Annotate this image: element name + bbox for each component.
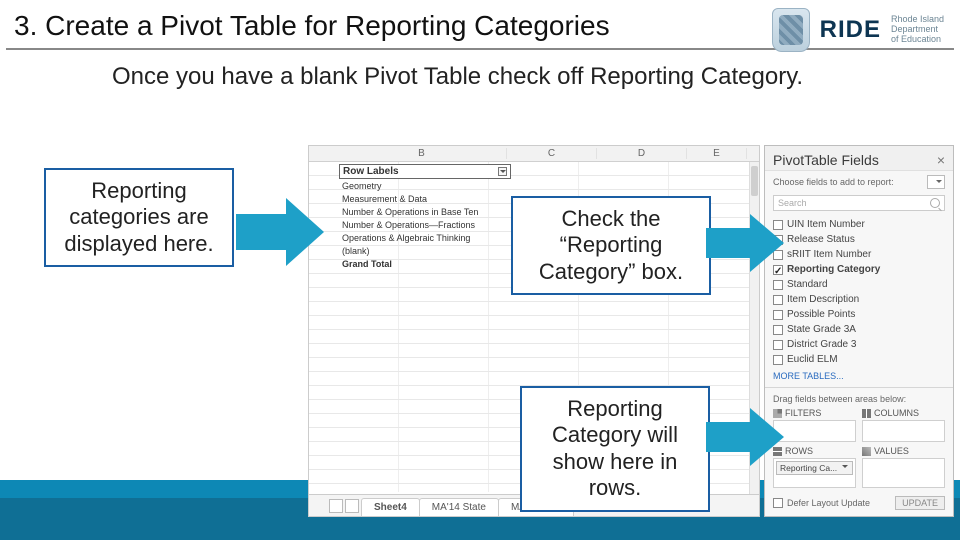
pivottable-fields-pane: PivotTable Fields × Choose fields to add… (764, 145, 954, 517)
col-d[interactable]: D (597, 148, 687, 159)
checkbox-icon[interactable] (773, 340, 783, 350)
row-label-grand-total[interactable]: Grand Total (339, 258, 511, 271)
callout-check-box: Check the “Reporting Category” box. (511, 196, 711, 295)
col-b[interactable]: B (337, 148, 507, 159)
pane-hint: Choose fields to add to report: (765, 171, 953, 193)
columns-dropzone[interactable] (862, 420, 945, 442)
sheet-nav-next-icon[interactable] (345, 499, 359, 513)
close-icon[interactable]: × (937, 152, 945, 168)
checkbox-icon[interactable] (773, 295, 783, 305)
field-item[interactable]: State Grade 3A (773, 322, 945, 337)
field-item[interactable]: Standard (773, 277, 945, 292)
field-item-reporting-category[interactable]: Reporting Category (773, 262, 945, 277)
defer-label: Defer Layout Update (787, 498, 870, 508)
sheet-nav-prev-icon[interactable] (329, 499, 343, 513)
row-labels-header[interactable]: Row Labels (339, 164, 511, 179)
areas-hint: Drag fields between areas below: (765, 387, 953, 408)
slide-subtitle: Once you have a blank Pivot Table check … (0, 50, 960, 96)
chevron-down-icon[interactable] (841, 464, 849, 472)
col-c[interactable]: C (507, 148, 597, 159)
checkbox-icon[interactable] (773, 280, 783, 290)
values-dropzone[interactable] (862, 458, 945, 488)
row-label-item[interactable]: Measurement & Data (339, 193, 511, 206)
row-label-item[interactable]: Number & Operations in Base Ten (339, 206, 511, 219)
field-item[interactable]: sRIIT Item Number (773, 247, 945, 262)
pivot-row-labels: Row Labels Geometry Measurement & Data N… (339, 164, 511, 271)
row-label-item[interactable]: Operations & Algebraic Thinking (339, 232, 511, 245)
defer-checkbox[interactable] (773, 498, 783, 508)
pane-settings-icon[interactable] (927, 175, 945, 189)
field-list: UIN Item Number Release Status sRIIT Ite… (765, 215, 953, 369)
update-button[interactable]: UPDATE (895, 496, 945, 510)
field-item[interactable]: Item Description (773, 292, 945, 307)
more-tables-link[interactable]: MORE TABLES... (765, 369, 953, 387)
field-item[interactable]: Possible Points (773, 307, 945, 322)
checkbox-icon[interactable] (773, 355, 783, 365)
area-values[interactable]: VALUES (862, 446, 945, 488)
columns-icon (862, 409, 871, 418)
pane-footer: Defer Layout Update UPDATE (765, 492, 953, 516)
checkbox-icon[interactable] (773, 325, 783, 335)
callout-left: Reporting categories are displayed here. (44, 168, 234, 267)
row-label-item[interactable]: (blank) (339, 245, 511, 258)
col-e[interactable]: E (687, 148, 747, 159)
field-item[interactable]: UIN Item Number (773, 217, 945, 232)
checkbox-icon[interactable] (773, 310, 783, 320)
values-icon (862, 447, 871, 456)
field-item[interactable]: District Grade 3 (773, 337, 945, 352)
row-label-item[interactable]: Number & Operations—Fractions (339, 219, 511, 232)
sheet-tab[interactable]: MA'14 State (419, 498, 499, 516)
arrow-to-fieldlist (706, 208, 786, 278)
field-search-input[interactable]: Search (773, 195, 945, 211)
arrow-to-rowlabels (236, 192, 326, 272)
pane-title: PivotTable Fields (773, 152, 879, 168)
area-columns[interactable]: COLUMNS (862, 408, 945, 442)
sheet-tab[interactable]: Sheet4 (361, 498, 420, 516)
pane-title-bar: PivotTable Fields × (765, 146, 953, 171)
rows-chip[interactable]: Reporting Ca... (776, 461, 853, 475)
callout-rows: Reporting Category will show here in row… (520, 386, 710, 512)
excel-column-headers: B C D E (309, 146, 759, 162)
field-item[interactable]: Euclid ELM (773, 352, 945, 367)
pivot-areas: FILTERS COLUMNS ROWS Reporting Ca... VAL… (765, 408, 953, 492)
slide-title: 3. Create a Pivot Table for Reporting Ca… (0, 0, 960, 48)
arrow-to-rows-area (706, 402, 786, 472)
row-labels-dropdown-icon[interactable] (498, 167, 507, 176)
field-item[interactable]: Release Status (773, 232, 945, 247)
row-label-item[interactable]: Geometry (339, 180, 511, 193)
search-icon (930, 198, 940, 208)
excel-scrollbar-thumb[interactable] (751, 166, 758, 196)
